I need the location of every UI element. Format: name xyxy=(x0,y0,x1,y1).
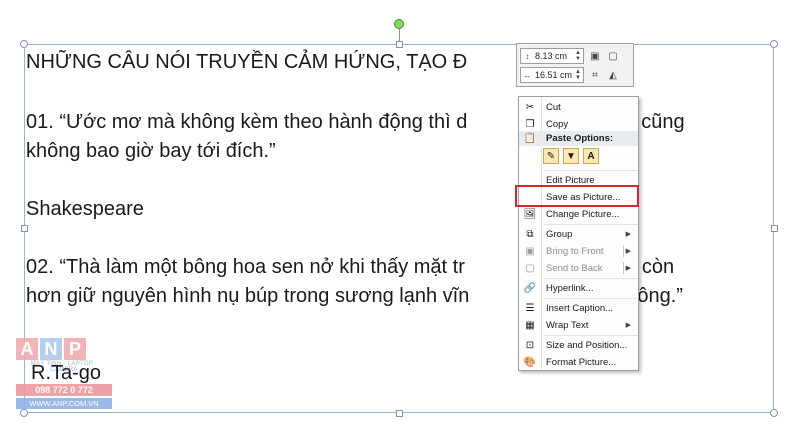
send-back-icon: ▢ xyxy=(525,262,535,274)
logo-letter: N xyxy=(40,338,62,360)
resize-handle-top-right[interactable] xyxy=(770,40,778,48)
copy-icon: ❐ xyxy=(525,118,535,130)
change-picture-icon: 🖼 xyxy=(523,208,537,220)
context-menu: ✂ Cut ❐ Copy 📋 Paste Options: ✎ ▼ A Edit… xyxy=(518,96,639,371)
quote-2-line-2: hơn giữ nguyên hình nụ búp trong sương l… xyxy=(26,285,683,307)
spinner-icon[interactable]: ▲ ▼ xyxy=(575,50,581,62)
menu-item-send-to-back[interactable]: ▢ Send to Back ▶ xyxy=(519,259,638,277)
menu-item-bring-to-front[interactable]: ▣ Bring to Front ▶ xyxy=(519,242,638,260)
paste-icon: 📋 xyxy=(523,133,537,144)
resize-handle-right[interactable] xyxy=(771,225,778,232)
wrap-text-icon: ▦ xyxy=(525,319,535,331)
document-title: NHỮNG CÂU NÓI TRUYỀN CẢM HỨNG, TẠO Đ xyxy=(26,51,468,73)
shape-fill-icon[interactable]: ◭ xyxy=(606,68,620,82)
paste-options-row: ✎ ▼ A xyxy=(543,148,603,164)
quote-1-line-2: không bao giờ bay tới đích.” xyxy=(26,140,276,162)
logo-letter: P xyxy=(64,338,86,360)
author-2: R.Ta-go xyxy=(31,362,102,384)
mini-toolbar: ↕ 8.13 cm ▲ ▼ ▣ ▢ ↔ 16.51 cm ▲ ▼ ⌗ ◭ xyxy=(516,43,634,87)
menu-item-hyperlink[interactable]: 🔗 Hyperlink... xyxy=(519,279,638,297)
paste-options-header: 📋 Paste Options: xyxy=(519,131,638,146)
menu-item-group[interactable]: ⧉ Group ▶ xyxy=(519,225,638,243)
author-1: Shakespeare xyxy=(26,198,144,220)
bring-forward-icon[interactable]: ▣ xyxy=(588,49,602,63)
menu-item-wrap-text[interactable]: ▦ Wrap Text ▶ xyxy=(519,316,638,334)
shape-width-field[interactable]: ↔ 16.51 cm ▲ ▼ xyxy=(520,67,584,83)
paste-picture-icon[interactable]: ▼ xyxy=(563,148,579,164)
bring-front-icon: ▣ xyxy=(525,245,535,257)
menu-item-change-picture[interactable]: 🖼 Change Picture... xyxy=(519,205,638,223)
caption-icon: ☰ xyxy=(525,302,535,314)
resize-handle-bottom[interactable] xyxy=(396,410,403,417)
logo-letter: A xyxy=(16,338,38,360)
rotate-handle[interactable] xyxy=(394,19,404,29)
menu-item-size-and-position[interactable]: ⊡ Size and Position... xyxy=(519,336,638,354)
height-icon: ↕ xyxy=(525,51,530,61)
menu-item-insert-caption[interactable]: ☰ Insert Caption... xyxy=(519,299,638,317)
resize-handle-bottom-right[interactable] xyxy=(770,409,778,417)
submenu-arrow-icon: ▶ xyxy=(625,265,631,272)
width-icon: ↔ xyxy=(523,70,532,80)
menu-item-cut[interactable]: ✂ Cut xyxy=(519,98,638,116)
scissors-icon: ✂ xyxy=(525,101,535,113)
submenu-arrow-icon: ▶ xyxy=(625,231,631,238)
paste-text-only-icon[interactable]: A xyxy=(583,148,599,164)
resize-handle-bottom-left[interactable] xyxy=(20,409,28,417)
format-picture-icon: 🎨 xyxy=(523,356,537,368)
menu-item-format-picture[interactable]: 🎨 Format Picture... xyxy=(519,353,638,371)
paste-keep-formatting-icon[interactable]: ✎ xyxy=(543,148,559,164)
save-as-picture-highlight xyxy=(515,185,639,207)
quote-2-line-1: 02. “Thà làm một bông hoa sen nở khi thấ… xyxy=(26,256,675,278)
send-backward-icon[interactable]: ▢ xyxy=(606,49,620,63)
spinner-icon[interactable]: ▲ ▼ xyxy=(575,69,581,81)
logo-website: WWW.ANP.COM.VN xyxy=(16,398,112,409)
resize-handle-top[interactable] xyxy=(396,41,403,48)
group-icon: ⧉ xyxy=(526,228,534,240)
picture-content: NHỮNG CÂU NÓI TRUYỀN CẢM HỨNG, TẠO Đ 01.… xyxy=(26,48,766,311)
quote-1-line-1: 01. “Ước mơ mà không kèm theo hành động … xyxy=(26,111,685,133)
hyperlink-icon: 🔗 xyxy=(523,282,537,294)
resize-handle-top-left[interactable] xyxy=(20,40,28,48)
shape-height-field[interactable]: ↕ 8.13 cm ▲ ▼ xyxy=(520,48,584,64)
logo-phone: 098 772 0 772 xyxy=(16,384,112,396)
size-position-icon: ⊡ xyxy=(525,339,535,351)
submenu-arrow-icon: ▶ xyxy=(625,248,631,255)
crop-icon[interactable]: ⌗ xyxy=(588,68,602,82)
submenu-arrow-icon: ▶ xyxy=(625,322,631,329)
